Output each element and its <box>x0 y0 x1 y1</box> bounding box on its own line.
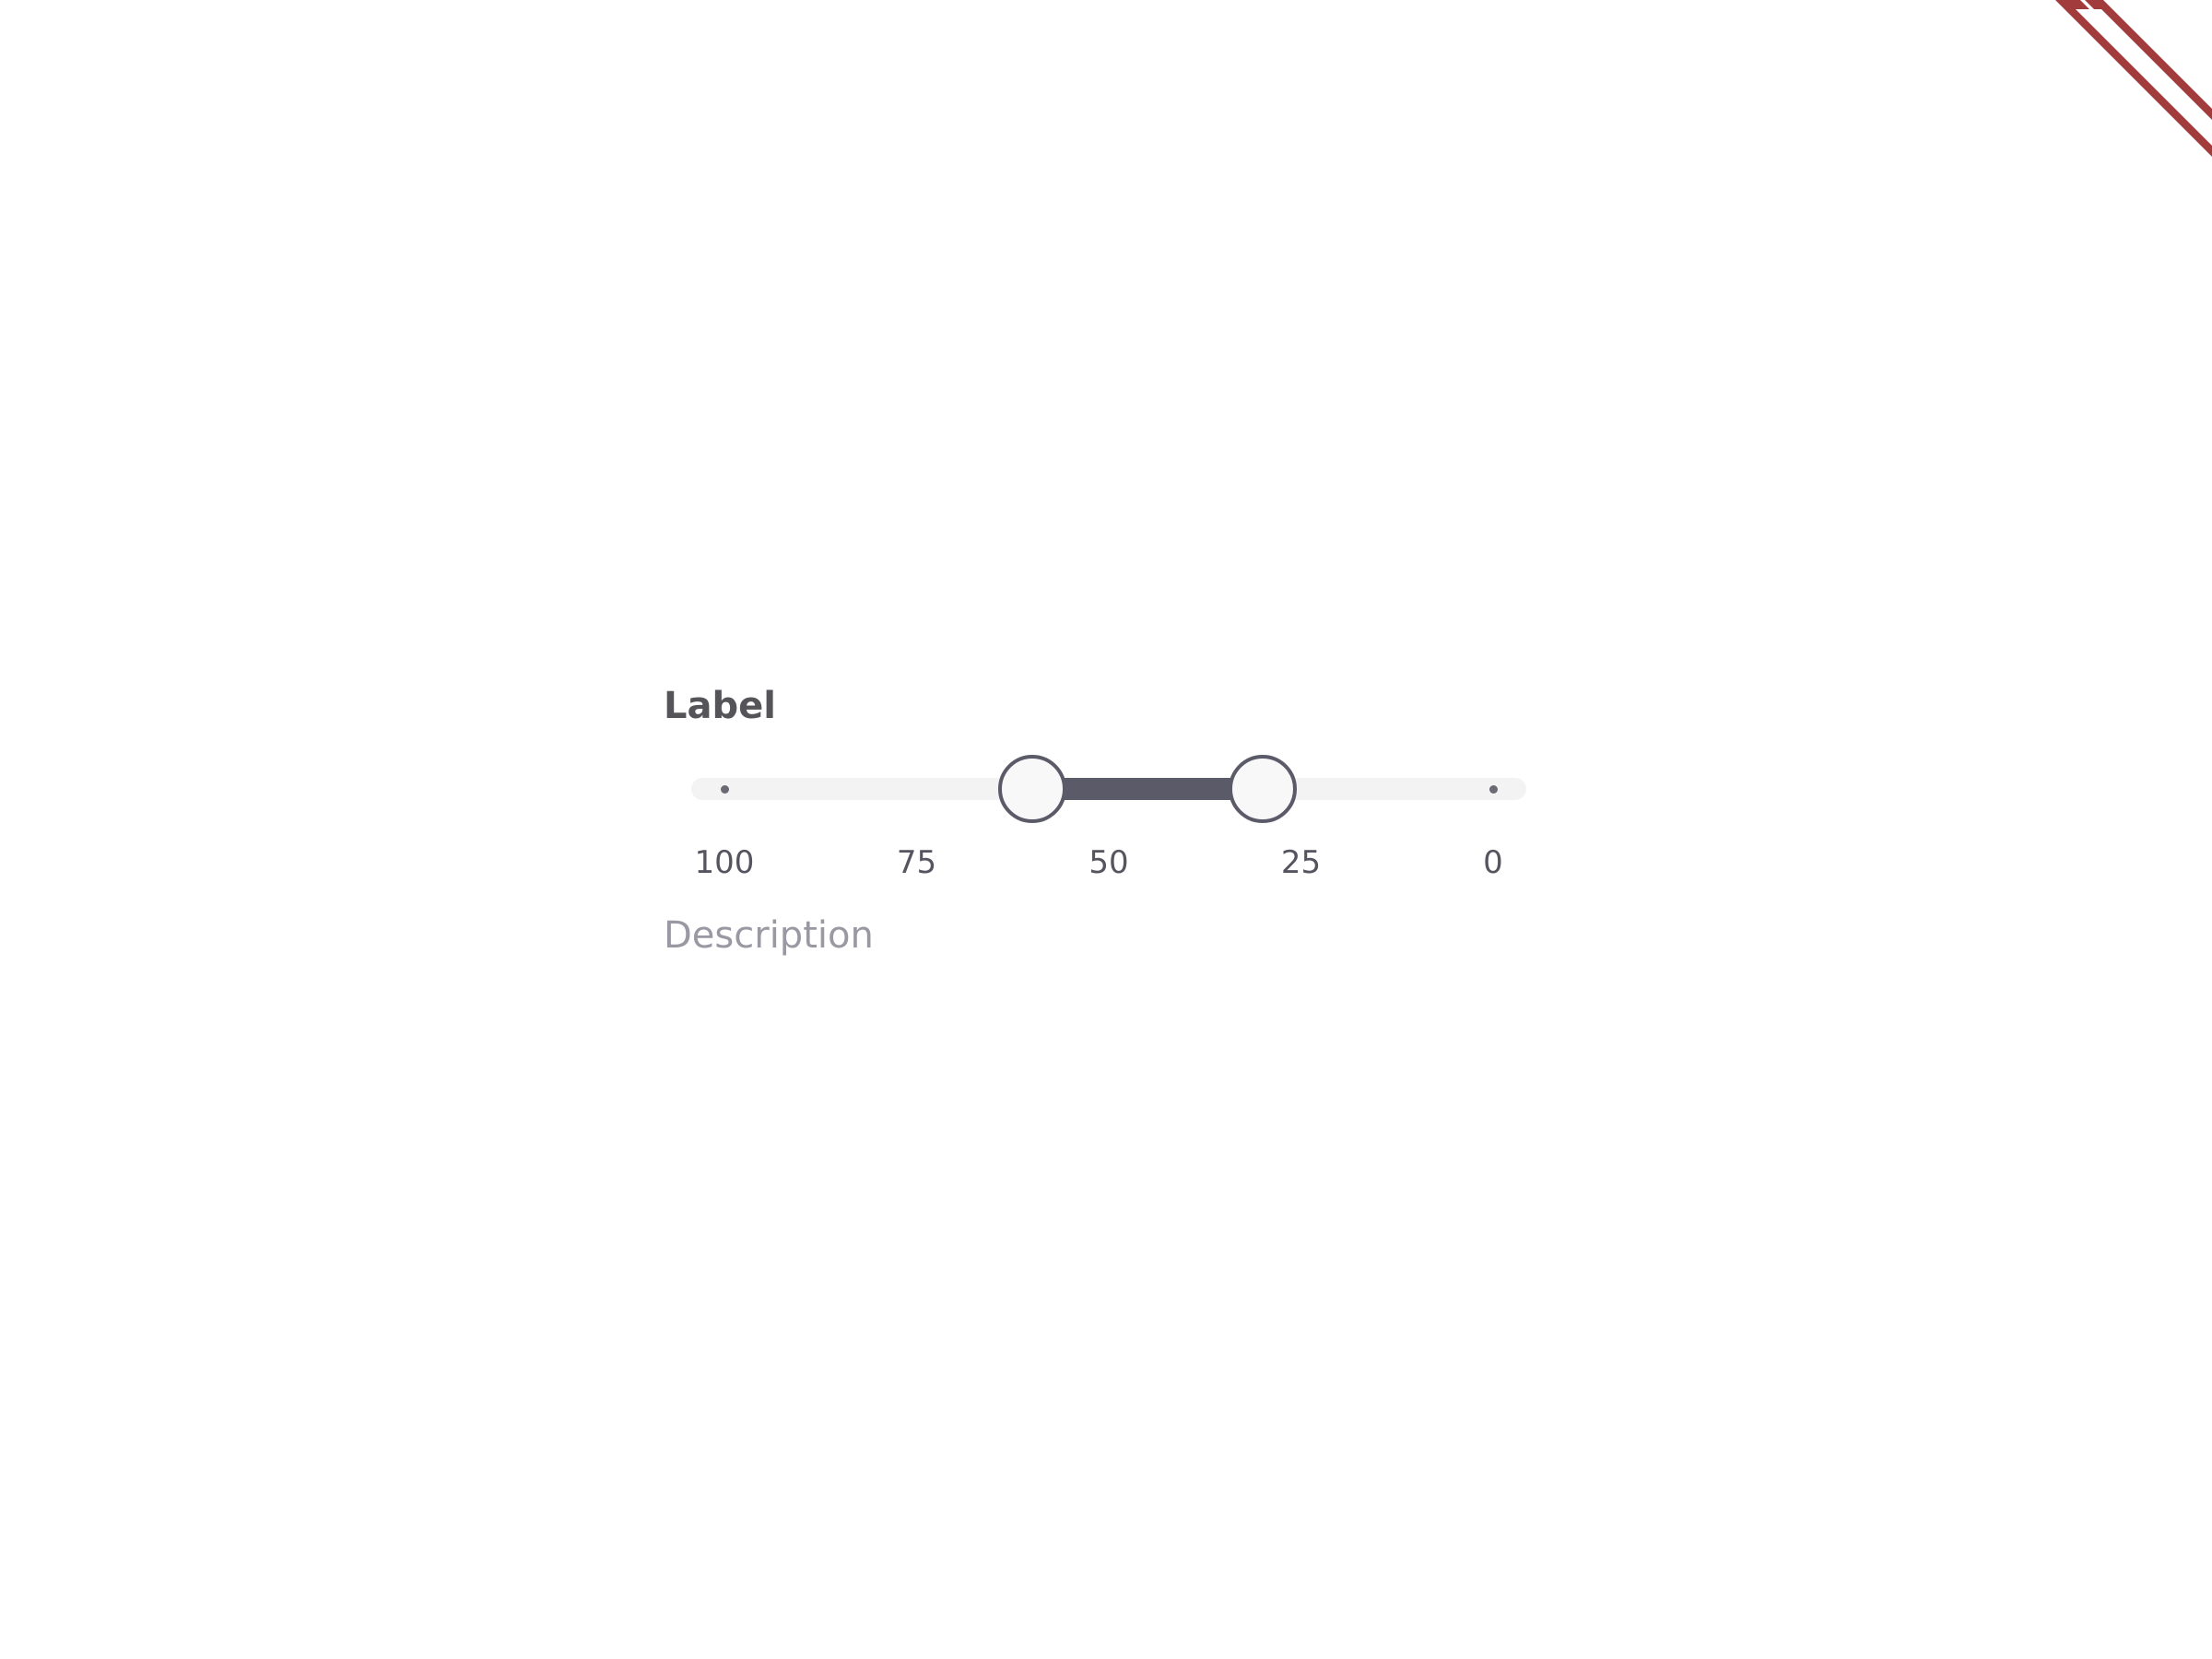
page: Label 100 75 50 25 0 Description <box>0 0 2212 1659</box>
tick-label: 75 <box>896 844 937 881</box>
range-slider[interactable] <box>691 755 1526 823</box>
corner-ribbon <box>2028 0 2212 184</box>
tick-label: 0 <box>1483 844 1503 881</box>
slider-tick-labels: 100 75 50 25 0 <box>691 844 1526 890</box>
field-label: Label <box>664 685 776 727</box>
slider-thumb-lower[interactable] <box>1228 755 1297 823</box>
tick-label: 50 <box>1088 844 1129 881</box>
tick-label: 25 <box>1280 844 1322 881</box>
field-description: Description <box>664 914 874 957</box>
corner-ribbon-band <box>2055 0 2212 157</box>
corner-ribbon-graphic <box>2055 0 2212 157</box>
slider-thumb-upper[interactable] <box>997 755 1066 823</box>
slider-min-end-dot <box>720 784 729 794</box>
range-slider-field: Label 100 75 50 25 0 Description <box>664 680 1526 960</box>
tick-label: 100 <box>694 844 755 881</box>
slider-max-end-dot <box>1488 784 1498 794</box>
